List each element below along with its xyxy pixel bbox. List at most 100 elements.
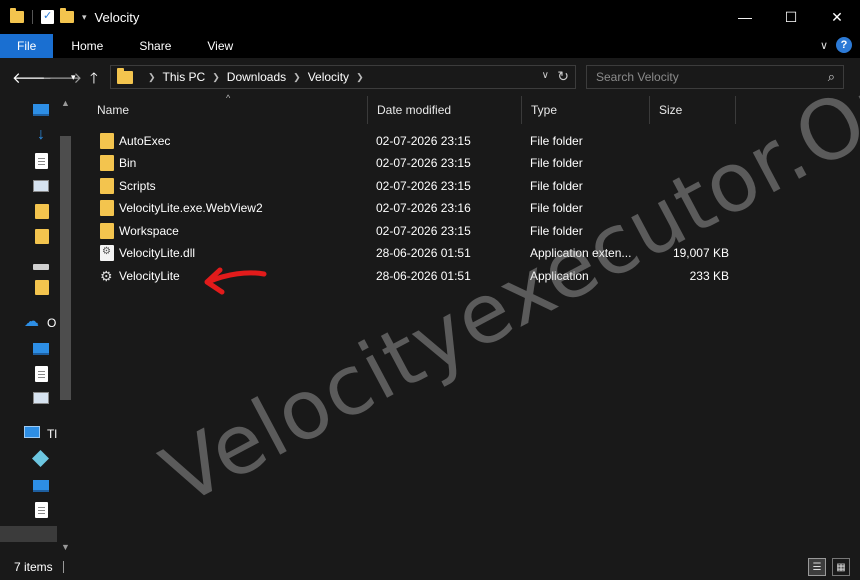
file-date: 02-07-2026 23:15 (376, 134, 471, 148)
file-size: 233 KB (689, 269, 729, 283)
scroll-down-icon[interactable]: ▼ (61, 542, 70, 552)
table-row[interactable]: ⚙ VelocityLite 28-06-2026 01:51 Applicat… (88, 265, 748, 287)
forward-arrow-icon[interactable]: 🡒 (42, 68, 82, 87)
pictures-icon[interactable] (33, 392, 49, 404)
navigation-pane: ↓ ☁ O Tl ↓ ▲ ▼ (0, 96, 74, 554)
file-date: 02-07-2026 23:15 (376, 224, 471, 238)
address-dropdown-chevron-icon[interactable]: ∨ (542, 70, 549, 81)
file-type: File folder (530, 201, 583, 215)
file-type: File folder (530, 134, 583, 148)
divider (32, 10, 33, 24)
scroll-up-icon[interactable]: ▲ (61, 98, 70, 108)
window-title: Velocity (94, 9, 140, 25)
file-type: File folder (530, 224, 583, 238)
file-name: VelocityLite.dll (119, 246, 196, 260)
tab-view[interactable]: View (189, 34, 251, 58)
tab-share[interactable]: Share (121, 34, 189, 58)
quick-access-toolbar: ▾ (0, 8, 87, 24)
file-date: 02-07-2026 23:15 (376, 179, 471, 193)
file-size: 19,007 KB (672, 246, 729, 260)
documents-icon[interactable] (35, 153, 48, 169)
folder-icon (10, 8, 24, 23)
desktop-icon[interactable] (33, 480, 49, 492)
file-name: VelocityLite.exe.WebView2 (119, 201, 263, 215)
refresh-icon[interactable]: ↻ (557, 68, 569, 85)
nav-item-onedrive-label[interactable]: O (47, 316, 56, 330)
file-list: ^ Name Date modified Type Size AutoExec … (88, 93, 860, 554)
file-type: File folder (530, 156, 583, 170)
column-headers: Name Date modified Type Size (88, 96, 748, 124)
address-bar[interactable]: ❯ This PC ❯ Downloads ❯ Velocity ❯ ∨ ↻ (110, 65, 576, 89)
view-buttons: ☰ ▦ (808, 558, 850, 576)
file-name: Workspace (119, 224, 179, 238)
this-pc-icon[interactable] (24, 426, 40, 438)
search-box[interactable]: Search Velocity ⌕ (586, 65, 844, 89)
column-header-size[interactable]: Size (650, 96, 736, 124)
table-row[interactable]: VelocityLite.dll 28-06-2026 01:51 Applic… (88, 242, 748, 264)
breadcrumb-downloads[interactable]: Downloads (227, 70, 286, 84)
3d-objects-icon[interactable] (32, 450, 49, 467)
column-header-type[interactable]: Type (522, 96, 650, 124)
table-row[interactable]: AutoExec 02-07-2026 23:15 File folder (88, 130, 748, 152)
folder-icon (100, 155, 114, 171)
recent-locations-chevron-icon[interactable]: ▾ (71, 72, 76, 83)
documents-icon[interactable] (35, 502, 48, 518)
tab-home[interactable]: Home (53, 34, 121, 58)
window-controls: — ☐ ✕ (722, 0, 860, 34)
folder-icon[interactable] (35, 204, 49, 219)
item-count: 7 items (14, 560, 53, 574)
nav-horizontal-scrollbar[interactable] (0, 526, 57, 542)
nav-item-this-pc-label[interactable]: Tl (47, 427, 57, 441)
breadcrumb-separator-icon[interactable]: ❯ (293, 72, 301, 83)
column-header-name[interactable]: Name (88, 96, 368, 124)
file-date: 28-06-2026 01:51 (376, 246, 471, 260)
folder-icon[interactable] (35, 229, 49, 244)
ribbon-tabs: File Home Share View ∨ ? (0, 34, 860, 58)
desktop-icon[interactable] (33, 104, 49, 116)
up-arrow-icon[interactable]: 🡑 (90, 68, 98, 93)
title-bar: ▾ Velocity — ☐ ✕ (0, 0, 860, 34)
table-row[interactable]: Scripts 02-07-2026 23:15 File folder (88, 175, 748, 197)
documents-icon[interactable] (35, 366, 48, 382)
downloads-icon[interactable]: ↓ (33, 127, 49, 143)
tab-file[interactable]: File (0, 34, 54, 58)
large-icons-view-icon[interactable]: ▦ (832, 558, 850, 576)
nav-scrollbar[interactable]: ▲ ▼ (57, 96, 74, 554)
new-folder-icon[interactable] (60, 8, 74, 23)
breadcrumb-separator-icon[interactable]: ❯ (356, 72, 364, 83)
folder-icon (100, 178, 114, 194)
breadcrumb-velocity[interactable]: Velocity (308, 70, 349, 84)
breadcrumb-separator-icon[interactable]: ❯ (148, 72, 156, 83)
search-input[interactable]: Search Velocity (596, 70, 679, 84)
close-button[interactable]: ✕ (814, 0, 860, 34)
status-bar: 7 items ☰ ▦ (0, 554, 860, 580)
table-row[interactable]: Bin 02-07-2026 23:15 File folder (88, 152, 748, 174)
folder-icon[interactable] (35, 280, 49, 295)
folder-icon (100, 133, 114, 149)
file-name: Scripts (119, 179, 156, 193)
search-icon[interactable]: ⌕ (828, 69, 835, 85)
breadcrumb-this-pc[interactable]: This PC (163, 70, 206, 84)
onedrive-cloud-icon[interactable]: ☁ (24, 314, 40, 330)
file-type: Application (530, 269, 589, 283)
table-row[interactable]: VelocityLite.exe.WebView2 02-07-2026 23:… (88, 197, 748, 219)
file-name: AutoExec (119, 134, 171, 148)
pictures-icon[interactable] (33, 180, 49, 192)
properties-icon[interactable] (41, 9, 54, 24)
app-icon: ⚙ (100, 268, 113, 284)
file-date: 02-07-2026 23:15 (376, 156, 471, 170)
file-date: 28-06-2026 01:51 (376, 269, 471, 283)
help-icon[interactable]: ? (836, 37, 852, 53)
maximize-button[interactable]: ☐ (768, 0, 814, 34)
drive-icon[interactable] (33, 264, 49, 270)
details-view-icon[interactable]: ☰ (808, 558, 826, 576)
folder-icon (100, 223, 114, 239)
customize-toolbar-chevron-icon[interactable]: ▾ (82, 12, 87, 23)
minimize-button[interactable]: — (722, 0, 768, 34)
column-header-date-modified[interactable]: Date modified (368, 96, 522, 124)
scrollbar-thumb[interactable] (60, 136, 71, 400)
desktop-icon[interactable] (33, 343, 49, 355)
breadcrumb-separator-icon[interactable]: ❯ (212, 72, 220, 83)
table-row[interactable]: Workspace 02-07-2026 23:15 File folder (88, 220, 748, 242)
expand-ribbon-chevron-icon[interactable]: ∨ (820, 39, 828, 52)
